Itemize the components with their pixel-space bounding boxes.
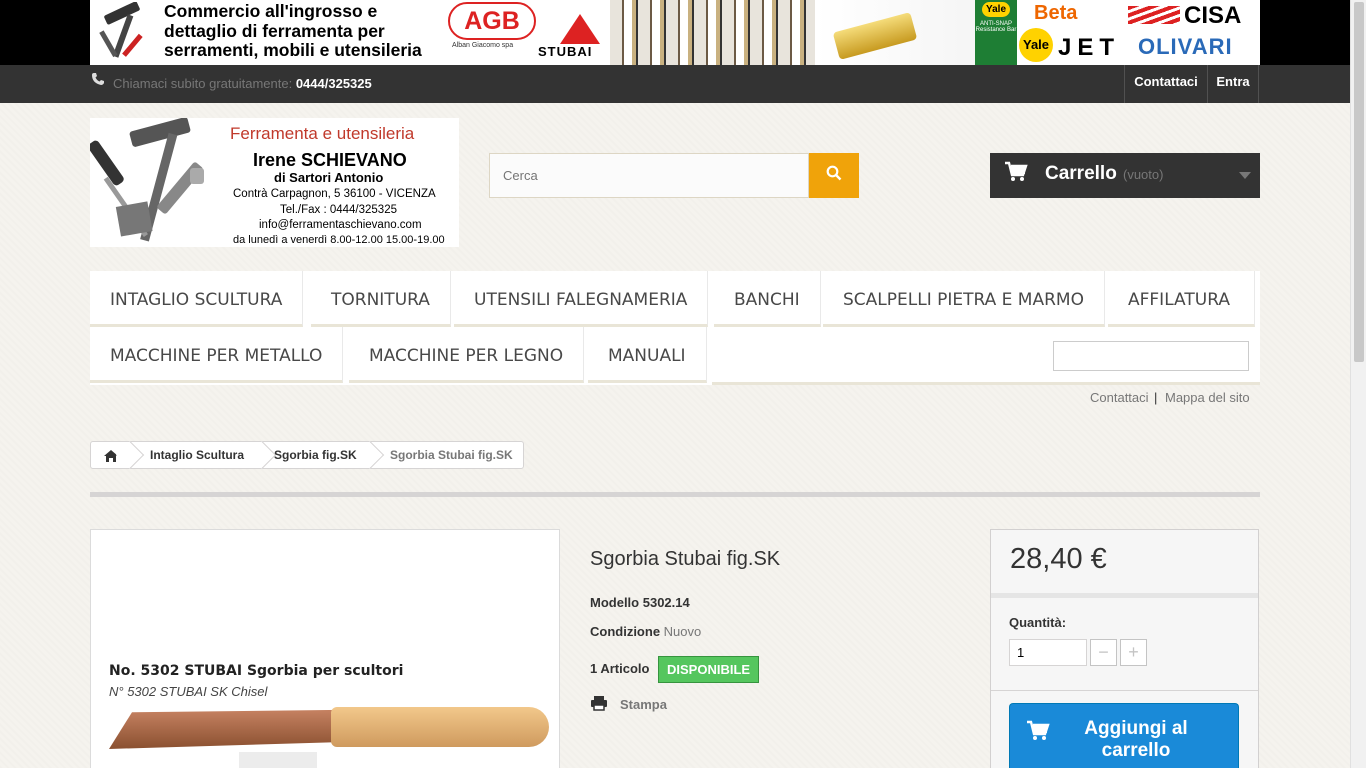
scrollbar-thumb[interactable] [1354,2,1364,362]
stubai-logo: STUBAI [538,44,593,59]
yale-anti-snap: Yale ANTI-SNAP Resistance Bar [975,0,1017,65]
quantity-input[interactable] [1009,639,1087,666]
product-price: 28,40 € [1010,543,1107,575]
product-title: Sgorbia Stubai fig.SK [590,548,781,570]
quantity-label: Quantità: [1009,615,1067,630]
search-input[interactable] [489,153,809,198]
tools-logo-icon [90,118,204,242]
olivari-logo: OLIVARI [1138,34,1233,59]
quantity-plus-button[interactable]: + [1120,639,1147,666]
agb-subtitle: Alban Giacomo spa [452,42,514,49]
menu-item-scalpelli[interactable]: Scalpelli pietra e marmo [823,271,1105,327]
cart-icon [1026,720,1050,748]
breadcrumb-item[interactable]: Intaglio Scultura [150,442,244,468]
sitemap-link[interactable]: Mappa del sito [1165,390,1250,405]
contact-link[interactable]: Contattaci [1124,65,1207,103]
links-separator: | [1154,390,1158,405]
tools-icon [99,2,143,58]
search-button[interactable] [809,153,859,198]
scrollbar[interactable] [1350,0,1366,768]
beta-logo: Beta [1034,2,1078,24]
logo-name: Irene SCHIEVANO [253,150,407,170]
call-us-text: Chiamaci subito gratuitamente: 0444/3253… [113,76,372,91]
chisel-blade-image [109,709,339,749]
store-logo[interactable]: Ferramenta e utensileria Irene SCHIEVANO… [90,118,459,247]
product-model: Modello 5302.14 [590,595,690,610]
image-caption-subtitle: N° 5302 STUBAI SK Chisel [109,684,268,699]
breadcrumb-separator [247,440,277,470]
keys-display-image [610,0,815,65]
menu-item-affilatura[interactable]: Affilatura [1108,271,1255,327]
cart-status: (vuoto) [1123,167,1164,182]
availability-badge: DISPONIBILE [658,656,760,683]
agb-logo: AGB [448,2,536,40]
yale-logo: Yale [1019,28,1053,62]
logo-subtitle: di Sartori Antonio [274,170,384,185]
search-icon [826,165,842,181]
buy-box-divider [991,593,1258,598]
breadcrumb-separator [355,440,385,470]
menu-item-macchine-metallo[interactable]: Macchine per metallo [90,327,344,383]
divider [90,492,1260,497]
add-to-cart-label: Aggiungi al carrello [1084,718,1188,761]
footer-contact-link[interactable]: Contattaci [1090,390,1149,405]
phone-icon [91,72,105,86]
cart-icon [1004,161,1028,189]
logo-title: Ferramenta e utensileria [230,124,415,143]
image-caption-title: No. 5302 STUBAI Sgorbia per scultori [109,663,404,679]
menu-item-macchine-legno[interactable]: Macchine per legno [349,327,585,383]
logo-email: info@ferramentaschievano.com [259,219,422,231]
menu-item-tornitura[interactable]: Tornitura [311,271,451,327]
breadcrumb-item[interactable]: Sgorbia fig.SK [274,442,357,468]
quantity-minus-button[interactable]: − [1090,639,1117,666]
product-condition: Condizione Nuovo [590,624,702,639]
cisa-logo: CISA [1184,2,1242,29]
jet-logo: JET [1058,34,1121,61]
logo-hours: da lunedì a venerdì 8.00-12.00 15.00-19.… [233,234,445,246]
zoom-icon[interactable] [239,752,317,768]
phone-number: 0444/325325 [295,76,372,91]
breadcrumb: Intaglio Scultura Sgorbia fig.SK Sgorbia… [90,440,524,470]
add-to-cart-button[interactable]: Aggiungi al carrello [1009,703,1239,768]
menu-item-intaglio-scultura[interactable]: Intaglio Scultura [90,271,304,327]
menu-item-manuali[interactable]: Manuali [588,327,707,383]
login-link[interactable]: Entra [1207,65,1259,103]
menu-item-utensili-falegnameria[interactable]: Utensili Falegnameria [454,271,709,327]
buy-box-divider [991,690,1258,691]
top-banner[interactable]: Commercio all'ingrosso e dettaglio di fe… [0,0,1350,65]
cisa-mark-icon [1128,6,1180,24]
product-image[interactable]: No. 5302 STUBAI Sgorbia per scultori N° … [90,529,560,768]
banner-image[interactable]: Commercio all'ingrosso e dettaglio di fe… [90,0,1260,65]
chisel-handle-image [331,707,549,747]
print-link[interactable]: Stampa [620,697,667,712]
chevron-down-icon [1239,172,1251,179]
breadcrumb-current: Sgorbia Stubai fig.SK [390,448,513,462]
product-quantity-stock: 1 Articolo [590,661,650,676]
logo-phone: Tel./Fax : 0444/325325 [280,204,397,216]
cart-label: Carrello [1045,163,1117,184]
cart-block[interactable]: Carrello (vuoto) [990,153,1260,198]
menu-item-banchi[interactable]: Banchi [714,271,821,327]
logo-address: Contrà Carpagnon, 5 36100 - VICENZA [233,188,436,200]
stubai-mark-icon [560,14,600,44]
menu-search-input[interactable] [1053,341,1249,371]
print-icon[interactable] [590,695,608,716]
banner-text: Commercio all'ingrosso e dettaglio di fe… [164,1,422,60]
